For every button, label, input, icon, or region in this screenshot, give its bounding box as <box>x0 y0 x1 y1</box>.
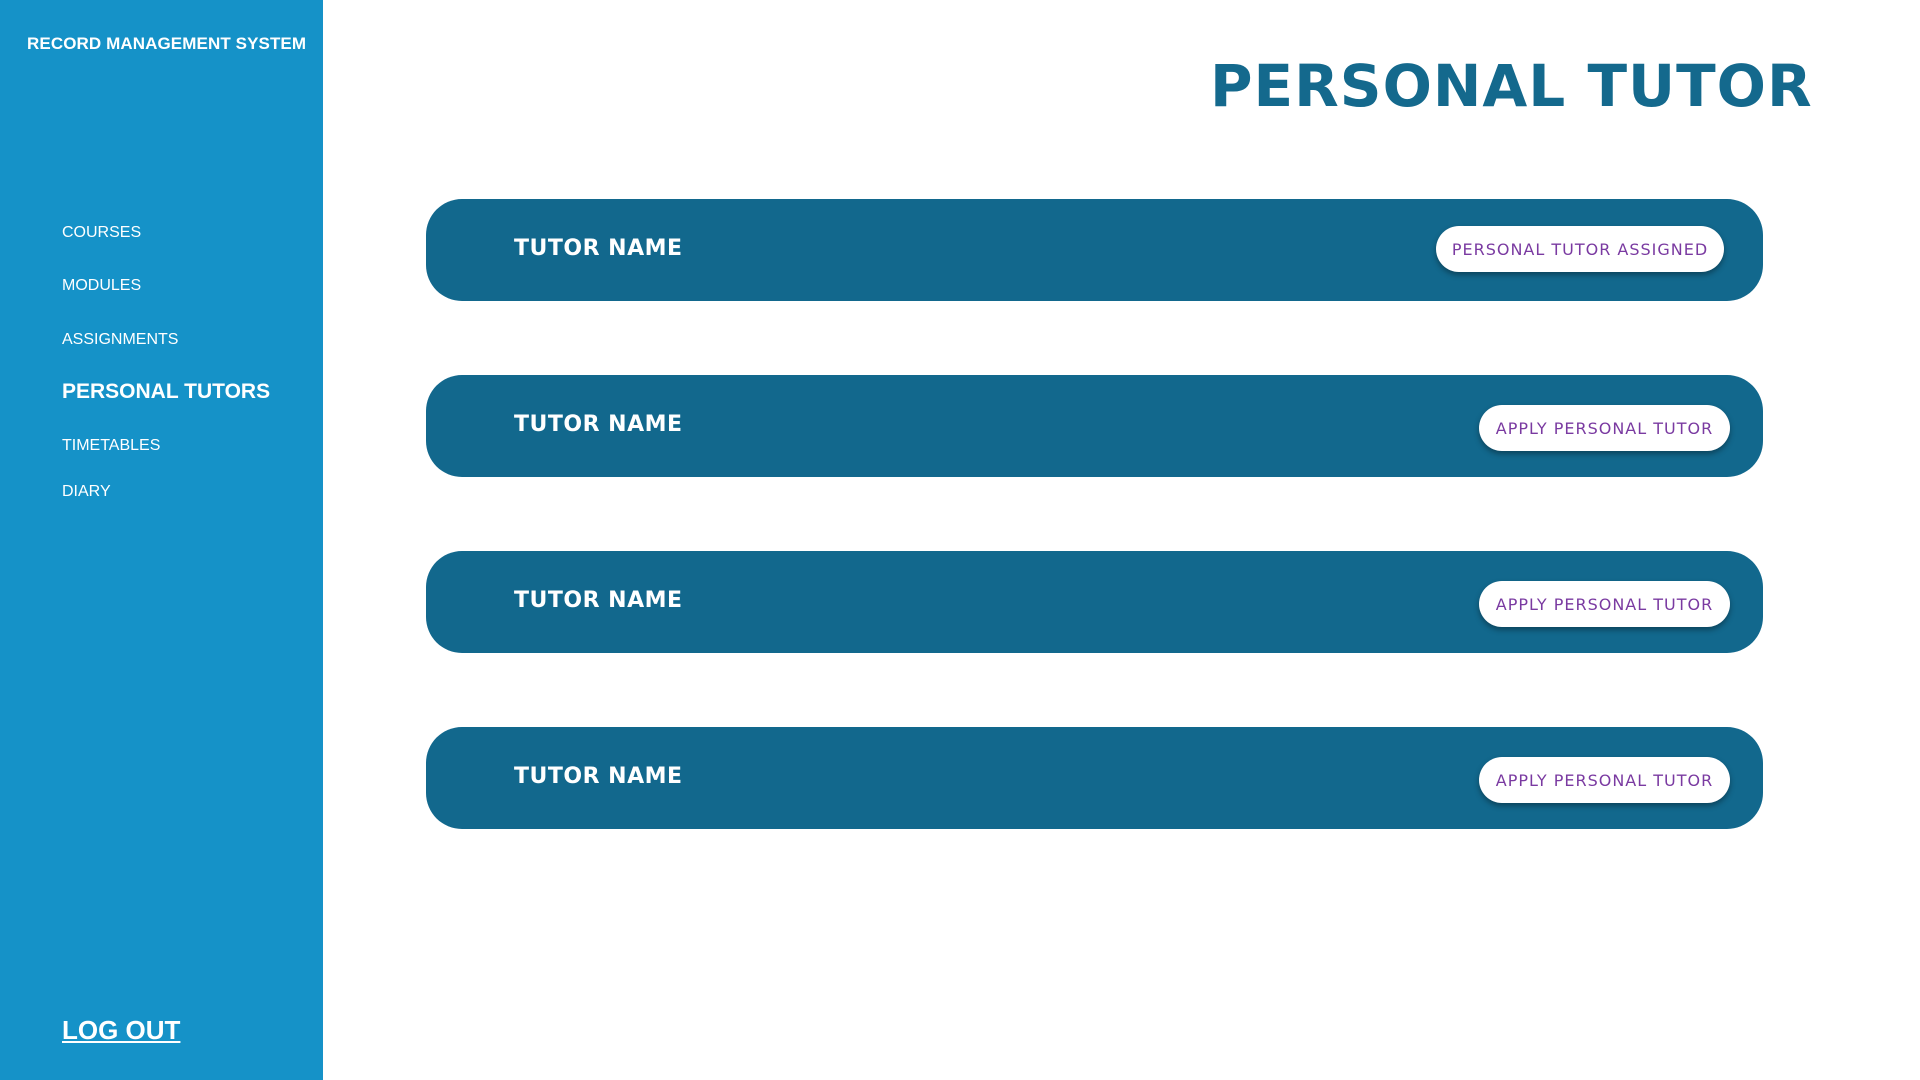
tutor-name: TUTOR NAME <box>514 764 683 789</box>
tutor-card: TUTOR NAME APPLY PERSONAL TUTOR <box>426 375 1763 477</box>
apply-personal-tutor-button[interactable]: APPLY PERSONAL TUTOR <box>1479 757 1730 803</box>
sidebar-item-modules[interactable]: MODULES <box>62 277 141 295</box>
tutor-card: TUTOR NAME APPLY PERSONAL TUTOR <box>426 727 1763 829</box>
sidebar-item-diary[interactable]: DIARY <box>62 483 111 501</box>
sidebar-item-assignments[interactable]: ASSIGNMENTS <box>62 331 178 349</box>
tutor-card: TUTOR NAME APPLY PERSONAL TUTOR <box>426 551 1763 653</box>
tutor-name: TUTOR NAME <box>514 588 683 613</box>
sidebar-item-personal-tutors[interactable]: PERSONAL TUTORS <box>62 380 270 404</box>
sidebar: RECORD MANAGEMENT SYSTEM COURSES MODULES… <box>0 0 323 1080</box>
app-title: RECORD MANAGEMENT SYSTEM <box>27 34 307 53</box>
page-title: PERSONAL TUTOR <box>1210 52 1813 120</box>
sidebar-item-timetables[interactable]: TIMETABLES <box>62 437 160 455</box>
tutor-name: TUTOR NAME <box>514 412 683 437</box>
tutor-card: TUTOR NAME PERSONAL TUTOR ASSIGNED <box>426 199 1763 301</box>
personal-tutor-assigned-button[interactable]: PERSONAL TUTOR ASSIGNED <box>1436 226 1724 272</box>
tutor-name: TUTOR NAME <box>514 236 683 261</box>
apply-personal-tutor-button[interactable]: APPLY PERSONAL TUTOR <box>1479 581 1730 627</box>
logout-link[interactable]: LOG OUT <box>62 1015 180 1046</box>
apply-personal-tutor-button[interactable]: APPLY PERSONAL TUTOR <box>1479 405 1730 451</box>
sidebar-item-courses[interactable]: COURSES <box>62 224 141 242</box>
